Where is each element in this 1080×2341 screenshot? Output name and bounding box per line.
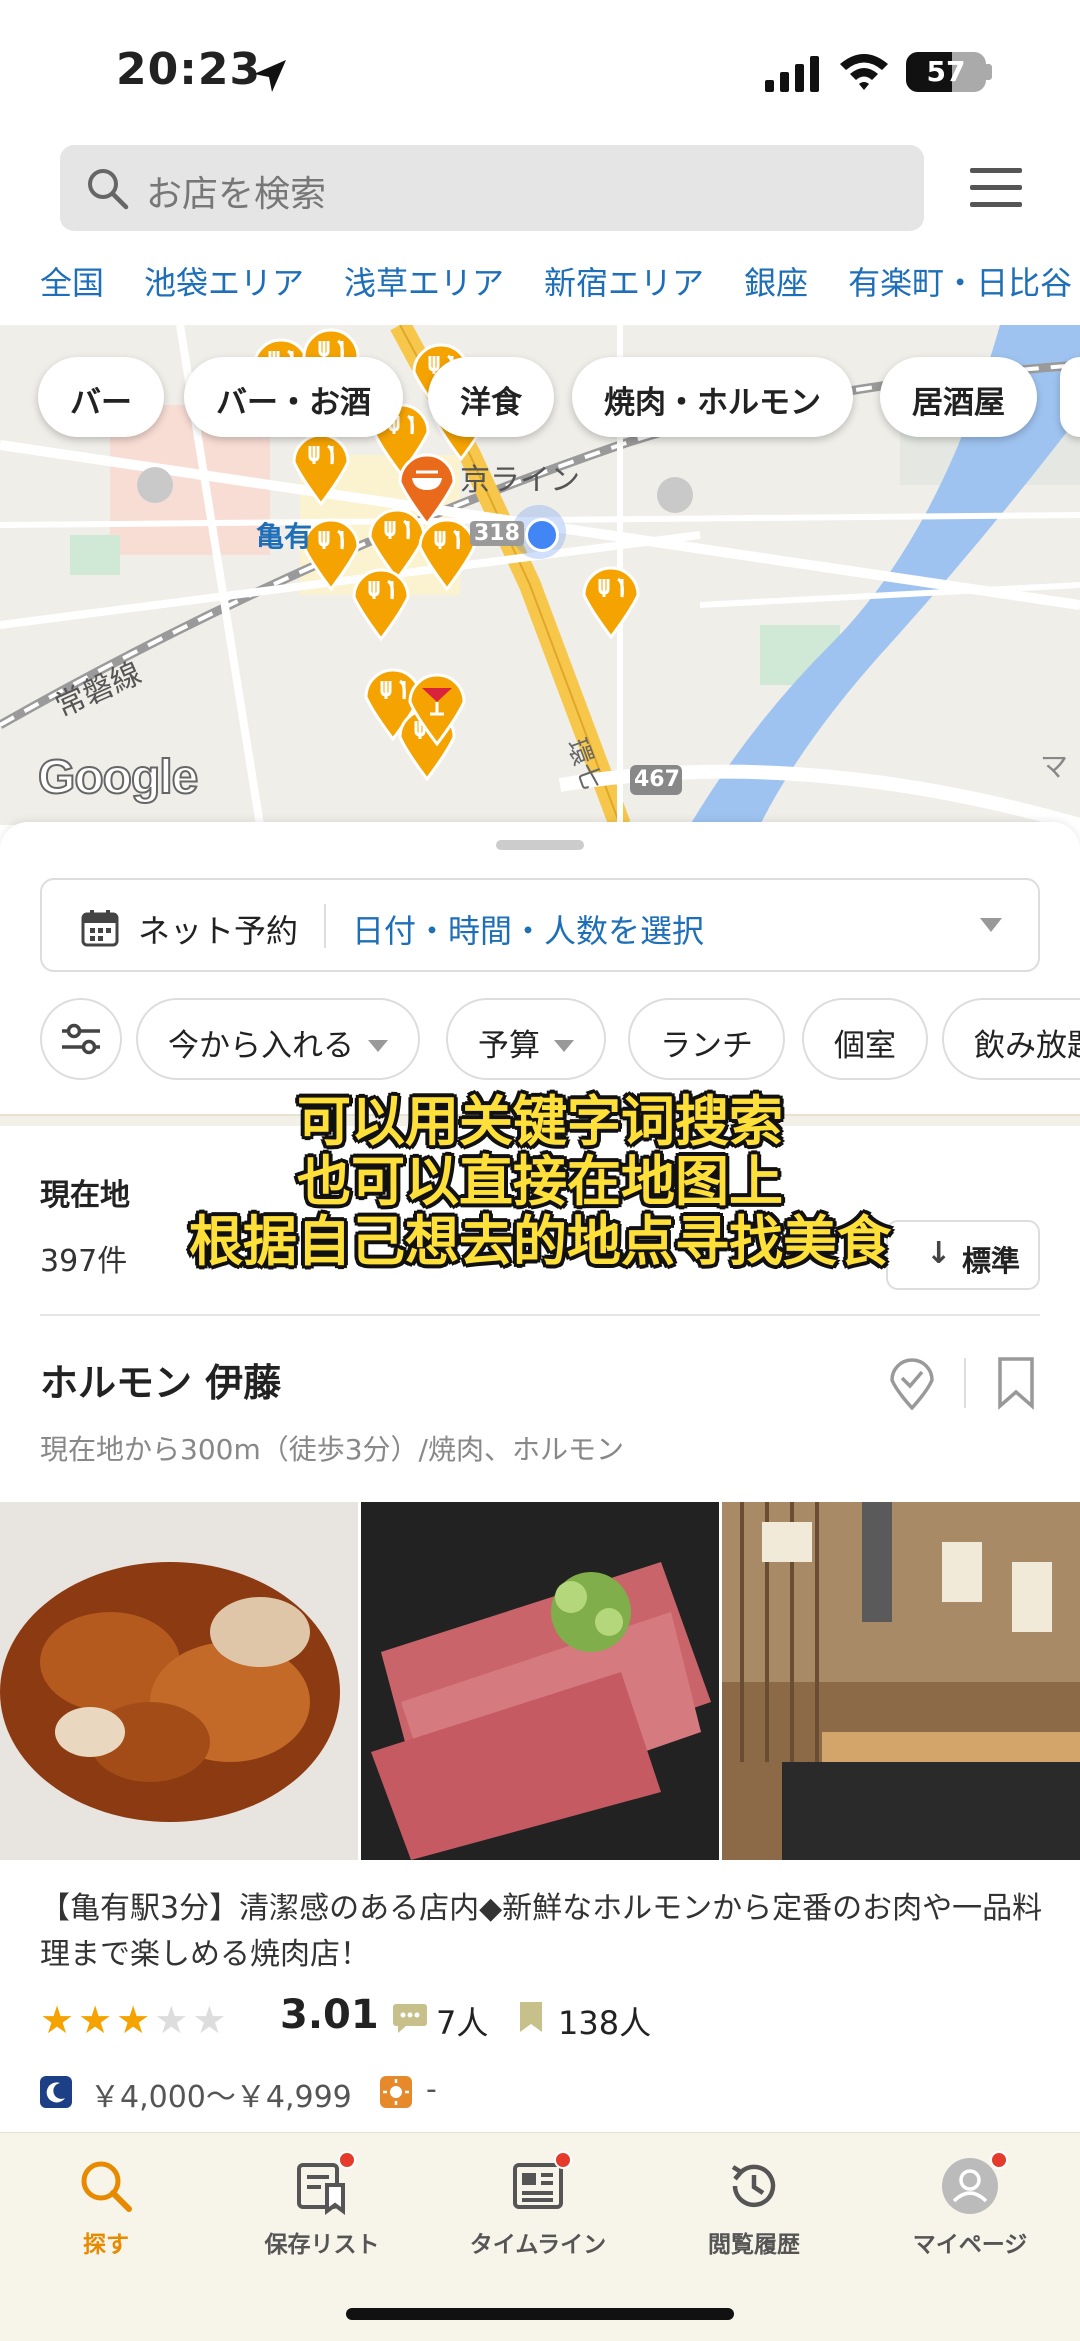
battery-icon: 57 [906, 52, 986, 92]
status-bar: 20:23 57 [0, 0, 1080, 140]
save-count: 138人 [558, 2004, 652, 2042]
search-input[interactable]: お店を検索 [60, 145, 924, 231]
map-edge-label: マ [1040, 750, 1069, 783]
search-placeholder: お店を検索 [146, 174, 327, 215]
reservation-date-selector[interactable]: 日付・時間・人数を選択 [352, 906, 704, 952]
video-caption-overlay: 可以用关键字词搜索 也可以直接在地图上 根据自己想去的地点寻找美食 [0, 1092, 1080, 1272]
star-icon: ★ [78, 1998, 117, 2042]
visited-check-icon[interactable] [888, 1356, 936, 1410]
home-indicator [346, 2308, 734, 2320]
area-tab[interactable]: 全国 [40, 258, 104, 304]
nav-my-page[interactable]: マイページ [870, 2151, 1070, 2259]
nav-history[interactable]: 閲覧履歴 [654, 2155, 854, 2259]
category-chip[interactable]: バー [38, 357, 164, 437]
area-tab[interactable]: 新宿エリア [544, 258, 704, 304]
route-label: 318 [470, 521, 524, 546]
status-time: 20:23 [116, 44, 262, 95]
nav-search[interactable]: 探す [6, 2155, 206, 2259]
map-view[interactable]: バー バー・お酒 洋食 焼肉・ホルモン 居酒屋 亀有 京ライン 常磐線 環七 3… [0, 325, 1080, 825]
filter-bar: 今から入れる 予算 ランチ 個室 飲み放題 [0, 998, 1080, 1082]
cellular-signal-icon [765, 56, 819, 92]
star-icon: ★ [116, 1998, 155, 2042]
chevron-down-icon [554, 1040, 574, 1052]
star-icon: ★ [40, 1998, 79, 2042]
bookmark-count-icon [520, 2002, 542, 2032]
star-icon: ★ [192, 1998, 231, 2042]
rating-row: ★★★★★ 3.01 7人 138人 [40, 1992, 1040, 2042]
station-label: 亀有 [256, 520, 313, 553]
shop-photo[interactable] [0, 1502, 358, 1860]
sliders-icon [62, 1023, 100, 1055]
reservation-label: ネット予約 [138, 912, 299, 950]
shop-photo[interactable] [722, 1502, 1080, 1860]
lunch-price: - [426, 2072, 437, 2107]
shop-name[interactable]: ホルモン 伊藤 [40, 1352, 281, 1407]
category-chip[interactable]: 居酒屋 [880, 357, 1037, 437]
category-chip[interactable]: 洋食 [428, 357, 554, 437]
location-arrow-icon [254, 60, 286, 92]
price-row: ￥4,000～￥4,999 - [40, 2070, 1040, 2116]
star-icon: ★ [154, 1998, 193, 2042]
notification-badge [990, 2151, 1008, 2169]
filter-settings-button[interactable] [40, 998, 122, 1080]
wifi-icon [840, 54, 888, 90]
shop-subtitle: 現在地から300m（徒歩3分）/焼肉、ホルモン [40, 1433, 624, 1466]
review-count: 7人 [436, 2004, 489, 2042]
reservation-selector[interactable]: ネット予約 日付・時間・人数を選択 [40, 878, 1040, 972]
restaurant-pin-icon[interactable] [580, 563, 642, 639]
dinner-price: ￥4,000～￥4,999 [90, 2080, 352, 2115]
category-chip[interactable]: 焼肉・ホルモン [572, 357, 853, 437]
results-sheet: ネット予約 日付・時間・人数を選択 今から入れる 予算 ランチ 個室 飲み放題 … [0, 822, 1080, 2132]
area-tab[interactable]: 浅草エリア [344, 258, 504, 304]
battery-level: 57 [926, 55, 966, 88]
area-tab[interactable]: 有楽町・日比谷 [848, 258, 1072, 304]
nav-saved-list[interactable]: 保存リスト [222, 2151, 422, 2259]
route-label: 467 [634, 767, 680, 792]
dinner-moon-icon [40, 2076, 72, 2108]
chevron-down-icon [368, 1040, 388, 1052]
search-icon [88, 169, 129, 210]
filter-open-now[interactable]: 今から入れる [136, 998, 420, 1080]
restaurant-pin-icon[interactable] [416, 515, 478, 591]
comment-icon [393, 2004, 427, 2033]
area-tab[interactable]: 銀座 [744, 258, 808, 304]
rating-score: 3.01 [280, 1992, 379, 2038]
bookmark-icon[interactable] [996, 1356, 1036, 1410]
area-tab[interactable]: 池袋エリア [144, 258, 304, 304]
notification-badge [338, 2151, 356, 2169]
star-rating: ★★★★★ [40, 1998, 230, 2042]
railway-label: 京ライン [460, 463, 580, 498]
bar-pin-icon[interactable] [406, 670, 468, 746]
filter-lunch[interactable]: ランチ [628, 998, 785, 1080]
caption-line: 也可以直接在地图上 [297, 1150, 783, 1213]
category-chip[interactable]: バー・お酒 [184, 357, 403, 437]
google-logo: Google [37, 750, 199, 805]
chevron-down-icon [980, 918, 1002, 932]
calendar-icon [81, 910, 119, 947]
restaurant-pin-icon[interactable] [290, 430, 352, 506]
shop-photo[interactable] [361, 1502, 719, 1860]
restaurant-pin-icon[interactable] [350, 565, 412, 641]
search-icon [81, 2161, 132, 2212]
nav-timeline[interactable]: タイムライン [438, 2151, 638, 2259]
filter-all-you-can-drink[interactable]: 飲み放題 [942, 998, 1080, 1080]
sheet-drag-handle[interactable] [496, 840, 584, 850]
notification-badge [554, 2151, 572, 2169]
filter-budget[interactable]: 予算 [446, 998, 606, 1080]
caption-line: 可以用关键字词搜索 [297, 1090, 783, 1153]
area-tabs: 全国 池袋エリア 浅草エリア 新宿エリア 銀座 有楽町・日比谷 [40, 258, 1080, 304]
hamburger-menu-icon[interactable] [968, 160, 1024, 216]
history-icon [731, 2164, 776, 2208]
lunch-sun-icon [380, 2076, 412, 2108]
caption-line: 根据自己想去的地点寻找美食 [189, 1210, 891, 1273]
shop-photos[interactable] [0, 1502, 1080, 1860]
shop-description: 【亀有駅3分】清潔感のある店内◆新鮮なホルモンから定番のお肉や一品料理まで楽しめ… [40, 1891, 1043, 1972]
filter-private-room[interactable]: 個室 [802, 998, 928, 1080]
category-chip-more[interactable] [1060, 357, 1080, 437]
